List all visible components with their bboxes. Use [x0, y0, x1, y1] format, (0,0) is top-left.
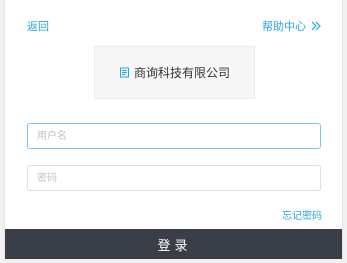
- login-card: 返回 帮助中心 商询科技有限公司 忘记密码 登录: [4, 0, 343, 259]
- back-link[interactable]: 返回: [27, 18, 49, 34]
- company-name: 商询科技有限公司: [133, 66, 230, 80]
- password-input[interactable]: [28, 166, 320, 190]
- help-center-link[interactable]: 帮助中心: [262, 18, 322, 34]
- company-banner: 商询科技有限公司: [94, 46, 255, 99]
- username-field-wrapper: [27, 123, 321, 149]
- login-button[interactable]: 登录: [5, 229, 342, 259]
- username-input[interactable]: [28, 124, 320, 148]
- double-chevron-right-icon: [310, 20, 322, 32]
- forgot-password-link[interactable]: 忘记密码: [282, 207, 322, 222]
- password-field-wrapper: [27, 165, 321, 191]
- document-icon: [119, 67, 130, 78]
- help-center-label: 帮助中心: [262, 20, 306, 33]
